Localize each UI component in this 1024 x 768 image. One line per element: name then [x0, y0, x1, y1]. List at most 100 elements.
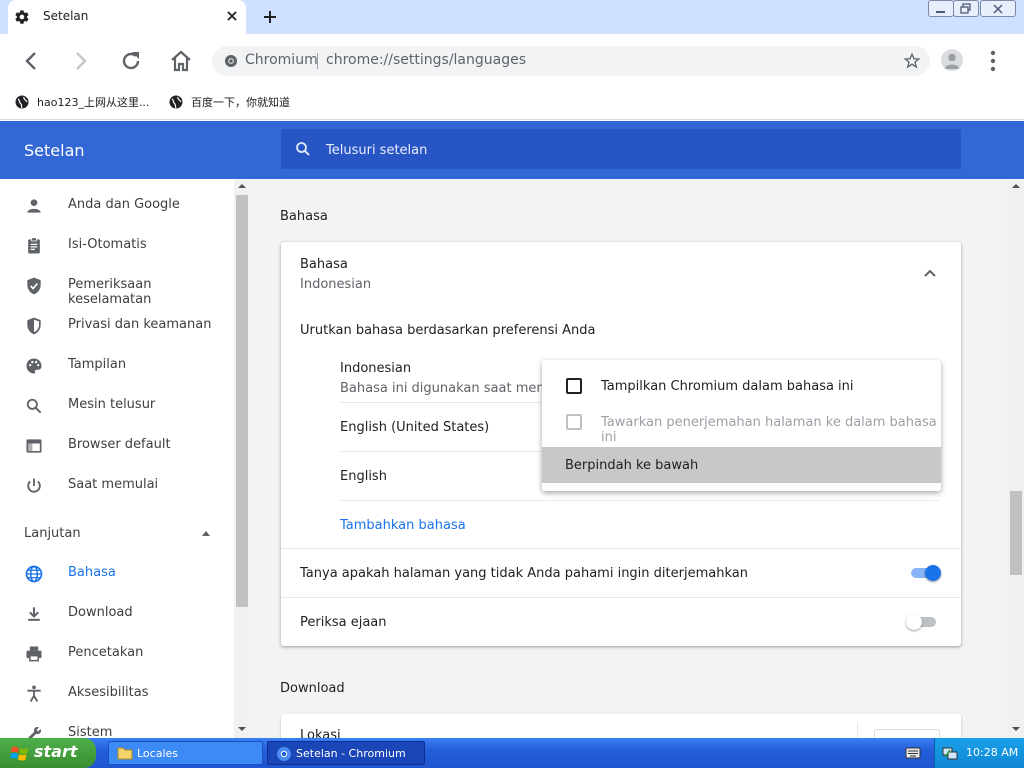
- caret-up-icon[interactable]: [201, 529, 211, 537]
- home-icon[interactable]: [168, 48, 194, 74]
- sidebar-item-downloads[interactable]: Download: [0, 593, 234, 633]
- section-title-languages: Bahasa: [280, 209, 328, 224]
- accessibility-icon: [27, 685, 41, 702]
- toggle-knob: [925, 565, 941, 581]
- reload-icon[interactable]: [118, 48, 144, 74]
- sidebar-item-printing[interactable]: Pencetakan: [0, 633, 234, 673]
- sidebar-item-label: Bahasa: [68, 565, 116, 580]
- sidebar-item-you-and-google[interactable]: Anda dan Google: [0, 185, 234, 225]
- menu-item-offer-translate: Tawarkan penerjemahan halaman ke dalam b…: [542, 404, 941, 445]
- toggle-knob: [906, 614, 922, 630]
- divider: [281, 597, 961, 598]
- add-language-link[interactable]: Tambahkan bahasa: [340, 518, 466, 533]
- restore-icon: [960, 3, 971, 14]
- section-title-downloads: Download: [280, 681, 345, 696]
- spellcheck-label: Periksa ejaan: [300, 615, 387, 630]
- main-scrollbar-thumb[interactable]: [1010, 491, 1022, 575]
- shield-check-icon: [27, 277, 41, 295]
- scroll-up-arrow-icon[interactable]: [1011, 182, 1021, 190]
- chevron-up-icon[interactable]: [923, 268, 937, 278]
- sidebar-item-on-startup[interactable]: Saat memulai: [0, 465, 234, 505]
- network-icon[interactable]: [942, 745, 958, 761]
- language-name: English: [340, 469, 387, 484]
- forward-arrow-icon[interactable]: [68, 48, 94, 74]
- omnibox[interactable]: [212, 46, 930, 76]
- start-label: start: [34, 742, 78, 761]
- omnibox-divider: [317, 53, 318, 69]
- window-close-icon: [993, 4, 1003, 14]
- taskbar-item-locales[interactable]: Locales: [108, 741, 263, 765]
- bookmark-star-icon[interactable]: [903, 52, 921, 70]
- printer-icon: [26, 646, 42, 662]
- minimize-icon: [936, 11, 945, 13]
- sidebar-item-label: Browser default: [68, 437, 171, 452]
- sidebar-item-label: Mesin telusur: [68, 397, 156, 412]
- sidebar-item-autofill[interactable]: Isi-Otomatis: [0, 225, 234, 265]
- close-icon[interactable]: [224, 8, 240, 24]
- divider: [340, 500, 940, 501]
- sidebar-item-accessibility[interactable]: Aksesibilitas: [0, 673, 234, 713]
- clock: 10:28 AM: [966, 746, 1019, 759]
- sidebar-item-safety-check[interactable]: Pemeriksaan keselamatan: [0, 265, 234, 307]
- sidebar-item-label: Pemeriksaan keselamatan: [68, 277, 152, 307]
- bookmark-baidu[interactable]: 百度一下，你就知道: [191, 94, 290, 110]
- sidebar-item-privacy[interactable]: Privasi dan keamanan: [0, 305, 234, 345]
- sidebar-item-label: Aksesibilitas: [68, 685, 149, 700]
- sidebar-item-label: Privasi dan keamanan: [68, 317, 212, 332]
- omnibox-url[interactable]: chrome://settings/languages: [326, 52, 526, 68]
- profile-avatar[interactable]: [941, 49, 963, 71]
- divider: [281, 548, 961, 549]
- menu-item-label: Tawarkan penerjemahan halaman ke dalam b…: [601, 415, 937, 445]
- window-close-button[interactable]: [980, 0, 1016, 17]
- language-name: English (United States): [340, 420, 490, 435]
- sidebar-scrollbar-thumb[interactable]: [236, 195, 248, 607]
- search-icon: [296, 142, 310, 156]
- restore-button[interactable]: [953, 0, 979, 17]
- person-icon: [27, 199, 41, 213]
- menu-item-display-language[interactable]: Tampilkan Chromium dalam bahasa ini: [542, 368, 941, 404]
- sidebar-item-default-browser[interactable]: Browser default: [0, 425, 234, 465]
- languages-expand-value: Indonesian: [300, 277, 372, 292]
- taskbar-item-label: Locales: [137, 747, 179, 760]
- taskbar-item-label: Setelan - Chromium: [296, 747, 406, 760]
- spellcheck-toggle[interactable]: [906, 614, 938, 630]
- main-scrollbar[interactable]: [1008, 179, 1024, 738]
- language-order-label: Urutkan bahasa berdasarkan preferensi An…: [300, 323, 596, 338]
- sidebar-advanced-toggle[interactable]: Lanjutan: [24, 526, 81, 541]
- language-name: Indonesian: [340, 361, 412, 376]
- keyboard-icon[interactable]: [905, 746, 921, 760]
- folder-icon: [117, 747, 133, 760]
- more-vert-icon[interactable]: [985, 50, 1001, 72]
- tab-title: Setelan: [43, 9, 89, 23]
- minimize-button[interactable]: [928, 0, 954, 17]
- sidebar-item-appearance[interactable]: Tampilan: [0, 345, 234, 385]
- power-icon: [27, 478, 41, 493]
- translate-offer-toggle[interactable]: [909, 565, 941, 581]
- bookmark-hao123[interactable]: hao123_上网从这里...: [37, 94, 149, 110]
- search-icon: [26, 398, 42, 414]
- scroll-down-arrow-icon[interactable]: [237, 725, 247, 733]
- languages-expand-title: Bahasa: [300, 257, 348, 272]
- person-avatar-icon: [944, 53, 960, 69]
- sidebar-item-label: Isi-Otomatis: [68, 237, 147, 252]
- globe-icon: [15, 95, 29, 109]
- scroll-up-arrow-icon[interactable]: [237, 182, 247, 190]
- taskbar-item-chromium[interactable]: Setelan - Chromium: [267, 741, 425, 765]
- settings-search-input[interactable]: [326, 140, 926, 160]
- sidebar-item-languages[interactable]: Bahasa: [0, 553, 234, 593]
- checkbox[interactable]: [566, 378, 582, 394]
- bookmarks-bar: [0, 88, 1024, 120]
- sidebar-item-system[interactable]: Sistem: [0, 713, 234, 738]
- language-note: Bahasa ini digunakan saat menerje: [340, 381, 570, 396]
- sidebar-item-label: Pencetakan: [68, 645, 144, 660]
- scroll-down-arrow-icon[interactable]: [1011, 725, 1021, 733]
- divider: [857, 722, 858, 738]
- palette-icon: [26, 358, 42, 374]
- chromium-icon: [277, 747, 291, 761]
- back-arrow-icon[interactable]: [18, 48, 44, 74]
- sidebar-item-search-engine[interactable]: Mesin telusur: [0, 385, 234, 425]
- sidebar-item-label: Download: [68, 605, 133, 620]
- new-tab-plus-icon[interactable]: [261, 8, 279, 26]
- menu-item-move-down[interactable]: Berpindah ke bawah: [542, 447, 941, 483]
- globe-icon: [25, 565, 43, 583]
